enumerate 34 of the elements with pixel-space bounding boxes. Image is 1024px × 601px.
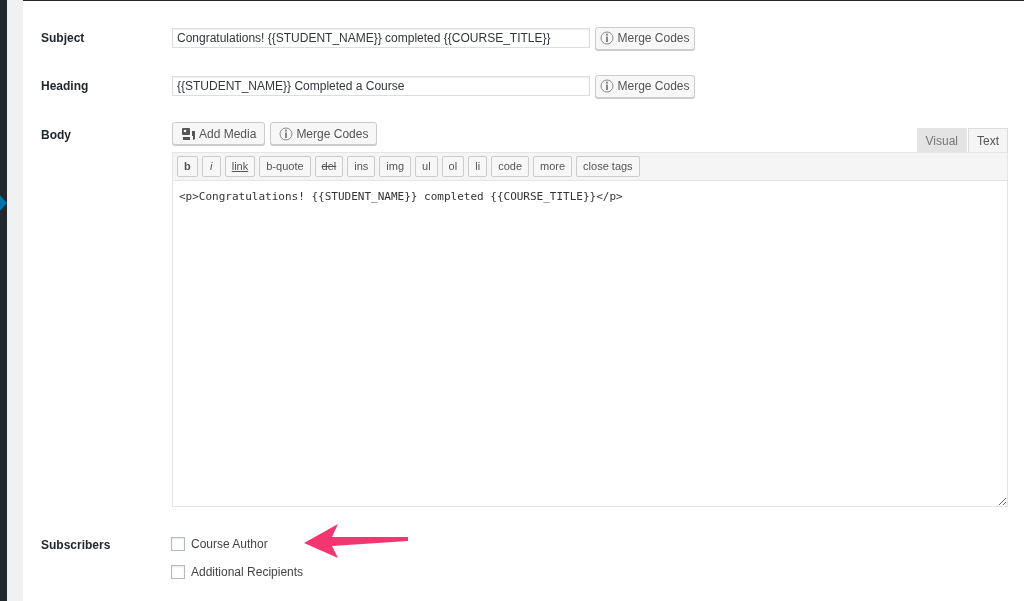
field-label: Subscribers (41, 537, 112, 554)
editor-tab[interactable]: Text (968, 128, 1008, 152)
toolbar-button[interactable]: b-quote (259, 156, 311, 177)
field-label: Heading (41, 78, 90, 95)
toolbar-button[interactable]: i (201, 156, 221, 177)
checkbox[interactable] (171, 537, 185, 551)
toolbar-button[interactable]: ul (415, 156, 438, 177)
info-icon (600, 79, 615, 93)
field-label: Subject (41, 30, 86, 47)
field-label: Body (41, 127, 72, 144)
toolbar-button[interactable]: close tags (576, 156, 640, 177)
toolbar-button[interactable]: link (224, 156, 256, 177)
checkbox[interactable] (171, 565, 185, 579)
merge-codes-button[interactable]: Merge Codes (595, 26, 695, 50)
body-textarea[interactable]: <p>Congratulations! {{STUDENT_NAME}} completed {{COURSE_TITLE}}</p> (172, 181, 1008, 507)
merge-codes-button[interactable]: Merge Codes (595, 74, 695, 98)
toolbar-button[interactable]: b (177, 156, 198, 177)
media-icon (181, 126, 196, 141)
toolbar-button[interactable]: more (533, 156, 573, 177)
add-media-button[interactable]: Add Media (172, 122, 266, 145)
checkbox-label: Additional Recipients (191, 564, 304, 581)
info-icon (600, 31, 615, 45)
text-input[interactable]: {{STUDENT_NAME}} Completed a Course (172, 76, 590, 96)
toolbar-button[interactable]: img (379, 156, 412, 177)
merge-codes-button[interactable]: Merge Codes (270, 122, 378, 145)
toolbar-button[interactable]: del (314, 156, 344, 177)
editor-tab[interactable]: Visual (916, 128, 967, 152)
info-icon (279, 126, 294, 141)
toolbar-button[interactable]: ol (441, 156, 465, 177)
toolbar-button[interactable]: li (468, 156, 488, 177)
toolbar-button[interactable]: ins (347, 156, 376, 177)
toolbar-button[interactable]: code (491, 156, 530, 177)
text-input[interactable]: Congratulations! {{STUDENT_NAME}} completed {{COURSE_TITLE}} (172, 28, 590, 48)
checkbox-label: Course Author (191, 536, 268, 553)
